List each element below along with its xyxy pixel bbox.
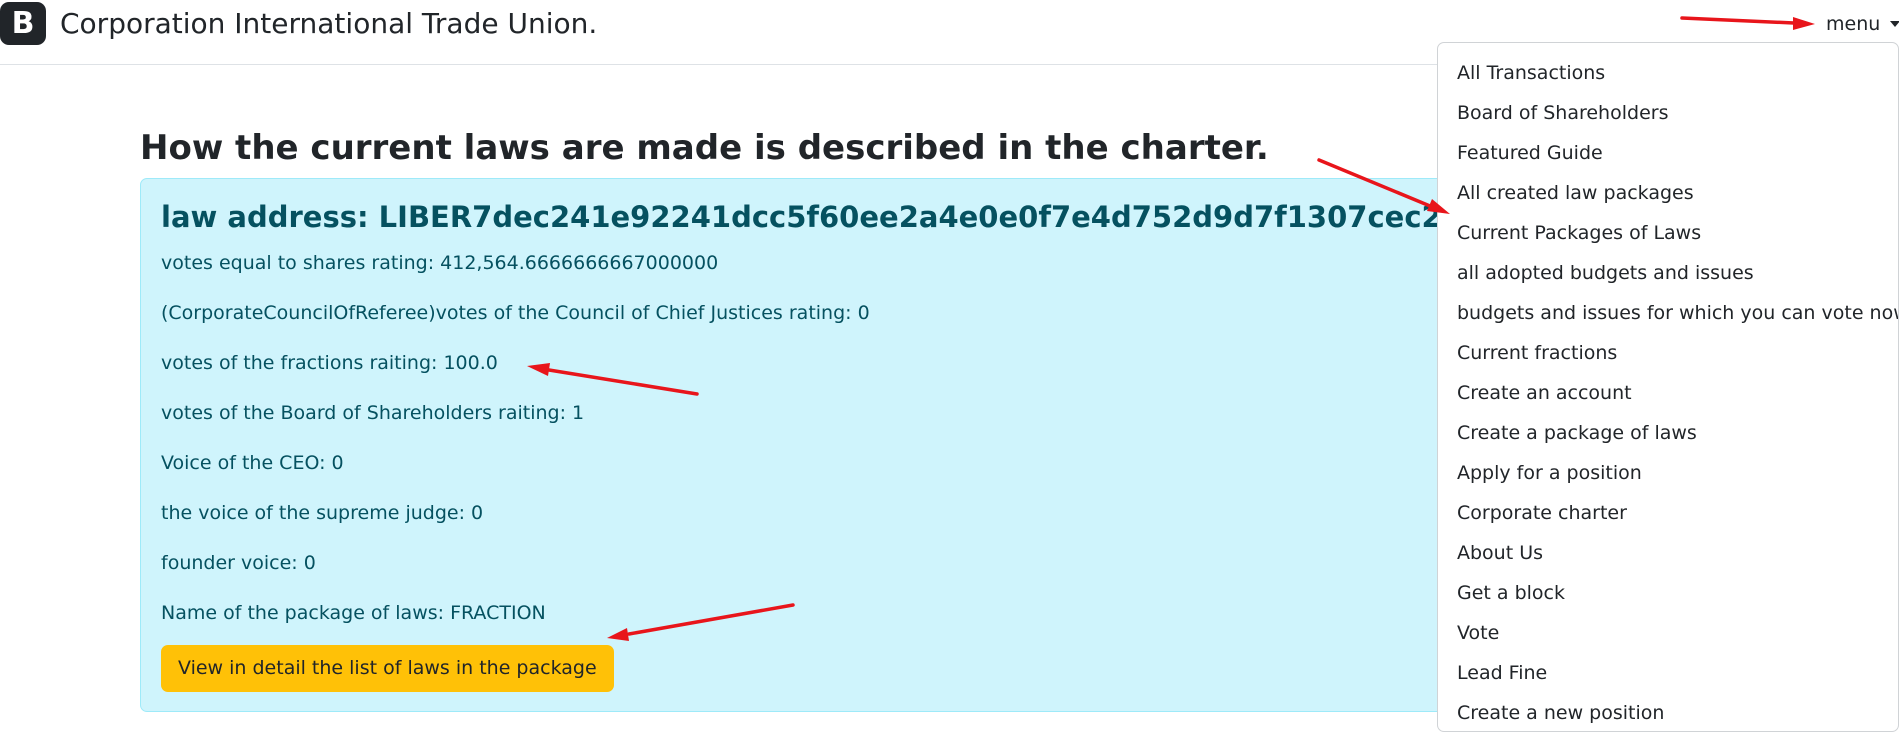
menu-item-create-new-position[interactable]: Create a new position bbox=[1438, 693, 1898, 731]
page-heading: How the current laws are made is describ… bbox=[140, 128, 1269, 168]
menu-item-lead-fine[interactable]: Lead Fine bbox=[1438, 653, 1898, 693]
menu-item-featured-guide[interactable]: Featured Guide bbox=[1438, 133, 1898, 173]
chief-justices-votes-rating: (CorporateCouncilOfReferee)votes of the … bbox=[161, 302, 870, 324]
menu-item-current-fractions[interactable]: Current fractions bbox=[1438, 333, 1898, 373]
menu-dropdown-list: All Transactions Board of Shareholders F… bbox=[1438, 43, 1898, 731]
menu-item-about-us[interactable]: About Us bbox=[1438, 533, 1898, 573]
menu-item-current-packages-of-laws[interactable]: Current Packages of Laws bbox=[1438, 213, 1898, 253]
law-address: law address: LIBER7dec241e92241dcc5f60ee… bbox=[161, 200, 1640, 234]
caret-down-icon bbox=[1890, 21, 1899, 27]
ceo-voice: Voice of the CEO: 0 bbox=[161, 452, 344, 474]
law-package-name: Name of the package of laws: FRACTION bbox=[161, 602, 546, 624]
menu-item-corporate-charter[interactable]: Corporate charter bbox=[1438, 493, 1898, 533]
menu-item-get-block[interactable]: Get a block bbox=[1438, 573, 1898, 613]
menu-dropdown-toggle[interactable]: menu bbox=[1826, 12, 1899, 36]
menu-item-board-of-shareholders[interactable]: Board of Shareholders bbox=[1438, 93, 1898, 133]
menu-item-adopted-budgets[interactable]: all adopted budgets and issues bbox=[1438, 253, 1898, 293]
bootstrap-logo-icon[interactable]: B bbox=[0, 2, 46, 45]
view-laws-detail-button[interactable]: View in detail the list of laws in the p… bbox=[161, 645, 614, 692]
menu-item-vote[interactable]: Vote bbox=[1438, 613, 1898, 653]
menu-item-all-created-law-packages[interactable]: All created law packages bbox=[1438, 173, 1898, 213]
menu-item-all-transactions[interactable]: All Transactions bbox=[1438, 53, 1898, 93]
menu-item-apply-for-position[interactable]: Apply for a position bbox=[1438, 453, 1898, 493]
brand-name[interactable]: Corporation International Trade Union. bbox=[60, 6, 597, 42]
board-votes-rating: votes of the Board of Shareholders raiti… bbox=[161, 402, 585, 424]
fractions-votes-rating: votes of the fractions raiting: 100.0 bbox=[161, 352, 498, 374]
menu-item-votable-budgets[interactable]: budgets and issues for which you can vot… bbox=[1438, 293, 1898, 333]
law-package-card: law address: LIBER7dec241e92241dcc5f60ee… bbox=[140, 178, 1640, 712]
menu-item-create-law-package[interactable]: Create a package of laws bbox=[1438, 413, 1898, 453]
shares-votes-rating: votes equal to shares rating: 412,564.66… bbox=[161, 252, 719, 274]
menu-dropdown: All Transactions Board of Shareholders F… bbox=[1437, 42, 1899, 732]
menu-item-create-account[interactable]: Create an account bbox=[1438, 373, 1898, 413]
founder-voice: founder voice: 0 bbox=[161, 552, 316, 574]
menu-label: menu bbox=[1826, 13, 1881, 35]
supreme-judge-voice: the voice of the supreme judge: 0 bbox=[161, 502, 484, 524]
